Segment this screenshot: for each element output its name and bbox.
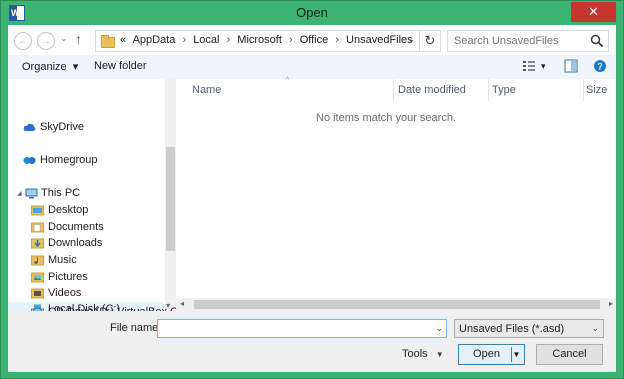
expand-arrow-icon[interactable]: ◢ (17, 190, 22, 197)
breadcrumb-separator[interactable]: › (335, 34, 339, 46)
file-name-combobox[interactable]: ⌄ (157, 319, 447, 338)
open-split-dropdown-icon[interactable]: ▼ (511, 347, 521, 362)
command-toolbar: Organize ▾ New folder ▾ ? (8, 55, 616, 79)
cancel-button[interactable]: Cancel (536, 344, 603, 365)
recent-locations-dropdown[interactable]: ⌄ (60, 33, 68, 44)
music-folder-icon (31, 255, 44, 266)
file-type-filter-value: Unsaved Files (*.asd) (459, 323, 565, 335)
preview-pane-icon[interactable] (564, 59, 578, 73)
horizontal-scroll-thumb[interactable] (194, 300, 600, 309)
file-name-dropdown-icon[interactable]: ⌄ (435, 323, 443, 334)
cloud-icon (23, 123, 36, 131)
videos-folder-icon (31, 288, 44, 299)
homegroup-icon (23, 157, 36, 164)
column-header-size[interactable]: Size (586, 84, 607, 96)
nav-item-homegroup[interactable]: Homegroup (8, 153, 164, 169)
breadcrumb-separator[interactable]: › (182, 34, 186, 46)
desktop-folder-icon (31, 205, 44, 216)
navpane-scrollbar[interactable]: ▾ (165, 79, 176, 311)
close-button[interactable]: ✕ (571, 2, 616, 22)
breadcrumb-appdata[interactable]: AppData (133, 34, 176, 46)
address-bar[interactable]: « AppData › Local › Microsoft › Office ›… (95, 30, 420, 52)
file-list-horizontal-scrollbar[interactable]: ◂ ▸ (176, 298, 616, 311)
navigation-pane: SkyDrive Homegroup ◢ This PC Desktop Doc… (8, 79, 176, 318)
tools-button[interactable]: Tools ▼ (402, 348, 444, 360)
folder-icon (101, 35, 115, 48)
column-divider[interactable] (583, 79, 584, 101)
file-list-pane: ^ Name Date modified Type Size No items … (176, 77, 616, 311)
help-icon[interactable]: ? (593, 59, 607, 73)
forward-button[interactable]: → (37, 32, 55, 50)
nav-item-desktop[interactable]: Desktop (8, 203, 164, 219)
empty-list-message: No items match your search. (316, 112, 456, 124)
file-name-label: File name: (110, 322, 162, 334)
organize-dropdown-icon: ▾ (72, 61, 79, 73)
dialog-client-area: ← → ⌄ ↑ « AppData › Local › Microsoft › … (8, 25, 616, 372)
breadcrumb-local[interactable]: Local (193, 34, 219, 46)
breadcrumb-separator[interactable]: › (227, 34, 231, 46)
window-title: Open (296, 5, 328, 20)
column-divider[interactable] (393, 79, 394, 101)
breadcrumb-microsoft[interactable]: Microsoft (237, 34, 282, 46)
up-button[interactable]: ↑ (75, 31, 82, 47)
column-header-name[interactable]: Name (192, 84, 221, 96)
dialog-footer: File name: ⌄ Unsaved Files (*.asd) ⌄ Too… (8, 311, 616, 372)
back-button[interactable]: ← (14, 32, 32, 50)
nav-item-videos[interactable]: Videos (8, 286, 164, 302)
breadcrumb-separator[interactable]: › (289, 34, 293, 46)
column-header-type[interactable]: Type (492, 84, 516, 96)
column-header-date-modified[interactable]: Date modified (398, 84, 466, 96)
search-box[interactable] (447, 30, 609, 52)
search-input[interactable] (450, 33, 585, 49)
file-type-filter-select[interactable]: Unsaved Files (*.asd) ⌄ (454, 319, 604, 338)
column-divider[interactable] (488, 79, 489, 101)
computer-icon (25, 188, 38, 199)
organize-button[interactable]: Organize ▾ (22, 60, 78, 73)
svg-text:?: ? (597, 62, 603, 72)
search-icon[interactable] (590, 34, 604, 48)
nav-item-pictures[interactable]: Pictures (8, 270, 164, 286)
scroll-right-arrow-icon[interactable]: ▸ (609, 299, 613, 308)
address-dropdown-icon[interactable]: ⌄ (407, 34, 415, 45)
breadcrumb-office[interactable]: Office (300, 34, 329, 46)
pictures-folder-icon (31, 272, 44, 283)
documents-folder-icon (31, 222, 44, 233)
navpane-scroll-thumb[interactable] (166, 147, 175, 251)
file-name-input[interactable] (159, 321, 427, 336)
breadcrumb-overflow[interactable]: « (120, 34, 126, 46)
refresh-button[interactable]: ↻ (420, 30, 441, 52)
downloads-folder-icon (31, 238, 44, 249)
change-view-icon[interactable] (522, 59, 536, 73)
tools-dropdown-icon: ▼ (435, 350, 444, 359)
breadcrumb-unsavedfiles[interactable]: UnsavedFiles (346, 34, 413, 46)
breadcrumb: « AppData › Local › Microsoft › Office ›… (120, 34, 417, 46)
file-type-dropdown-icon[interactable]: ⌄ (591, 323, 599, 334)
scroll-left-arrow-icon[interactable]: ◂ (180, 299, 184, 308)
nav-item-music[interactable]: Music (8, 253, 164, 269)
nav-item-documents[interactable]: Documents (8, 220, 164, 236)
new-folder-button[interactable]: New folder (94, 60, 147, 72)
nav-item-this-pc[interactable]: ◢ This PC (8, 186, 164, 202)
sort-indicator-icon: ^ (286, 77, 290, 84)
nav-item-skydrive[interactable]: SkyDrive (8, 120, 164, 136)
open-button[interactable]: Open ▼ (458, 344, 525, 365)
nav-item-downloads[interactable]: Downloads (8, 236, 164, 252)
open-dialog-window: W Open ✕ ← → ⌄ ↑ « AppData › Local › Mic… (0, 0, 624, 379)
views-dropdown-icon[interactable]: ▾ (541, 61, 546, 72)
title-bar[interactable]: W Open ✕ (1, 1, 623, 25)
